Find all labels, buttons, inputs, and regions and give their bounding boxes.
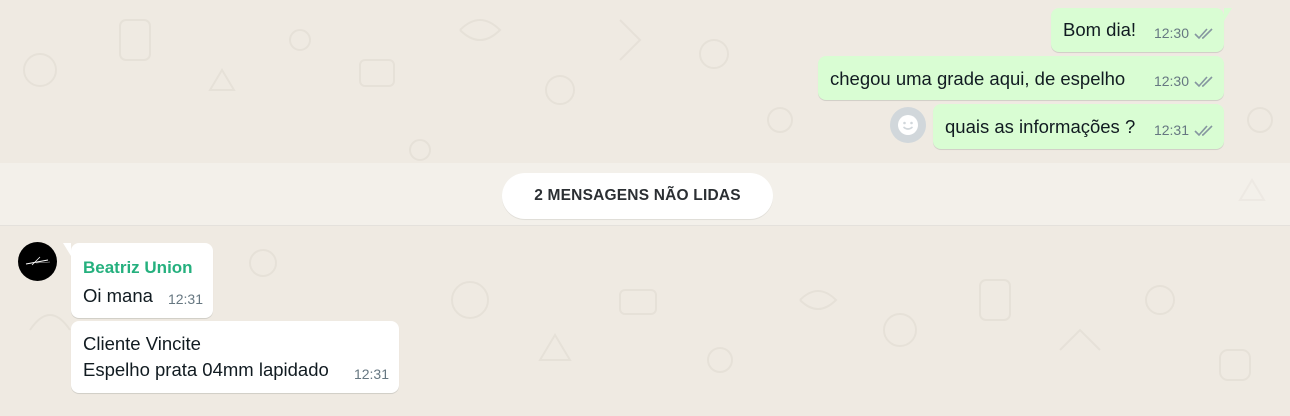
message-time: 12:31	[1153, 122, 1189, 138]
contact-avatar[interactable]	[18, 242, 57, 281]
message-text: chegou uma grade aqui, de espelho	[830, 68, 1126, 89]
message-time: 12:31	[167, 291, 203, 307]
double-check-icon	[1194, 75, 1214, 88]
smiley-icon	[898, 115, 918, 135]
reaction-emoji-button[interactable]	[890, 107, 926, 143]
double-check-icon	[1194, 124, 1214, 137]
outgoing-message[interactable]: quais as informações ? 12:31	[933, 104, 1224, 149]
message-text: Oi mana	[83, 285, 153, 306]
message-meta: 12:30	[1154, 21, 1214, 46]
message-time: 12:30	[1153, 25, 1189, 41]
message-meta: 12:31	[354, 362, 389, 387]
bubble-tail	[63, 243, 71, 256]
unread-messages-divider: 2 MENSAGENS NÃO LIDAS	[502, 173, 773, 219]
outgoing-message[interactable]: Bom dia! 12:30	[1051, 8, 1232, 52]
sender-name[interactable]: Beatriz Union	[83, 255, 193, 280]
incoming-message[interactable]: Beatriz Union Oi mana 12:31	[63, 243, 213, 318]
message-text-line: Espelho prata 04mm lapidado	[83, 359, 329, 380]
message-time: 12:30	[1153, 73, 1189, 89]
incoming-message[interactable]: Cliente Vincite Espelho prata 04mm lapid…	[71, 321, 399, 393]
message-meta: 12:31	[1154, 118, 1214, 143]
double-check-icon	[1194, 27, 1214, 40]
message-meta: 12:30	[1154, 69, 1214, 94]
message-text-line: Cliente Vincite	[83, 333, 201, 354]
message-text: quais as informações ?	[945, 116, 1136, 137]
message-meta: 12:31	[168, 287, 203, 312]
avatar-logo-icon	[25, 256, 51, 266]
message-time: 12:31	[353, 366, 389, 382]
message-text: Bom dia!	[1063, 19, 1137, 40]
outgoing-message[interactable]: chegou uma grade aqui, de espelho 12:30	[818, 56, 1224, 100]
bubble-tail	[1224, 8, 1232, 21]
